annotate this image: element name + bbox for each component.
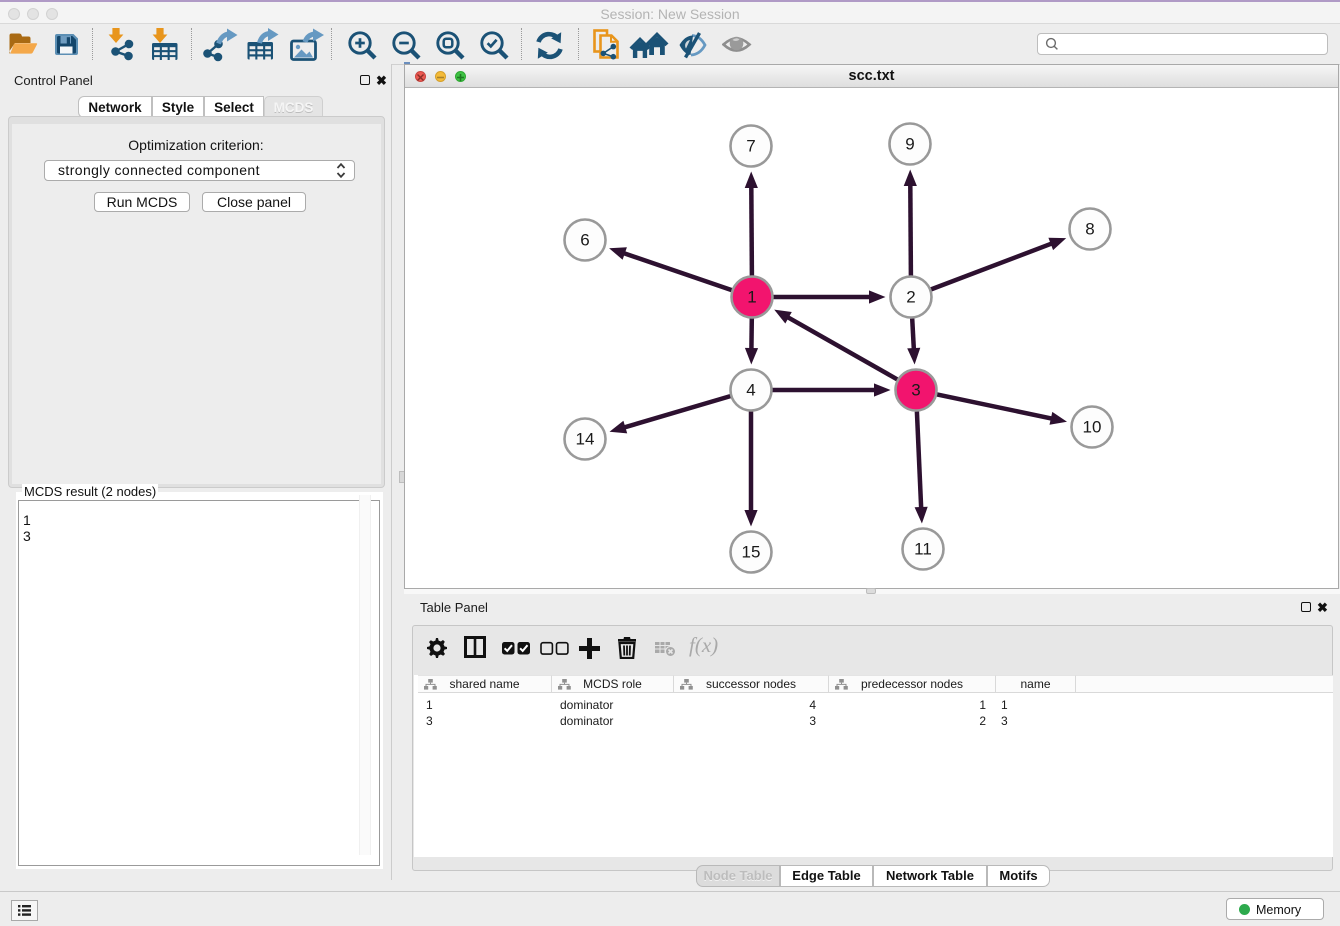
svg-text:9: 9 bbox=[905, 135, 914, 154]
svg-text:6: 6 bbox=[580, 231, 589, 250]
svg-text:2: 2 bbox=[906, 288, 915, 307]
svg-text:11: 11 bbox=[914, 540, 932, 559]
svg-text:15: 15 bbox=[742, 543, 761, 562]
svg-text:8: 8 bbox=[1085, 220, 1094, 239]
svg-text:10: 10 bbox=[1083, 418, 1102, 437]
svg-text:1: 1 bbox=[747, 288, 756, 307]
svg-text:14: 14 bbox=[576, 430, 595, 449]
svg-text:7: 7 bbox=[746, 137, 755, 156]
svg-text:4: 4 bbox=[746, 381, 755, 400]
svg-text:3: 3 bbox=[911, 381, 920, 400]
